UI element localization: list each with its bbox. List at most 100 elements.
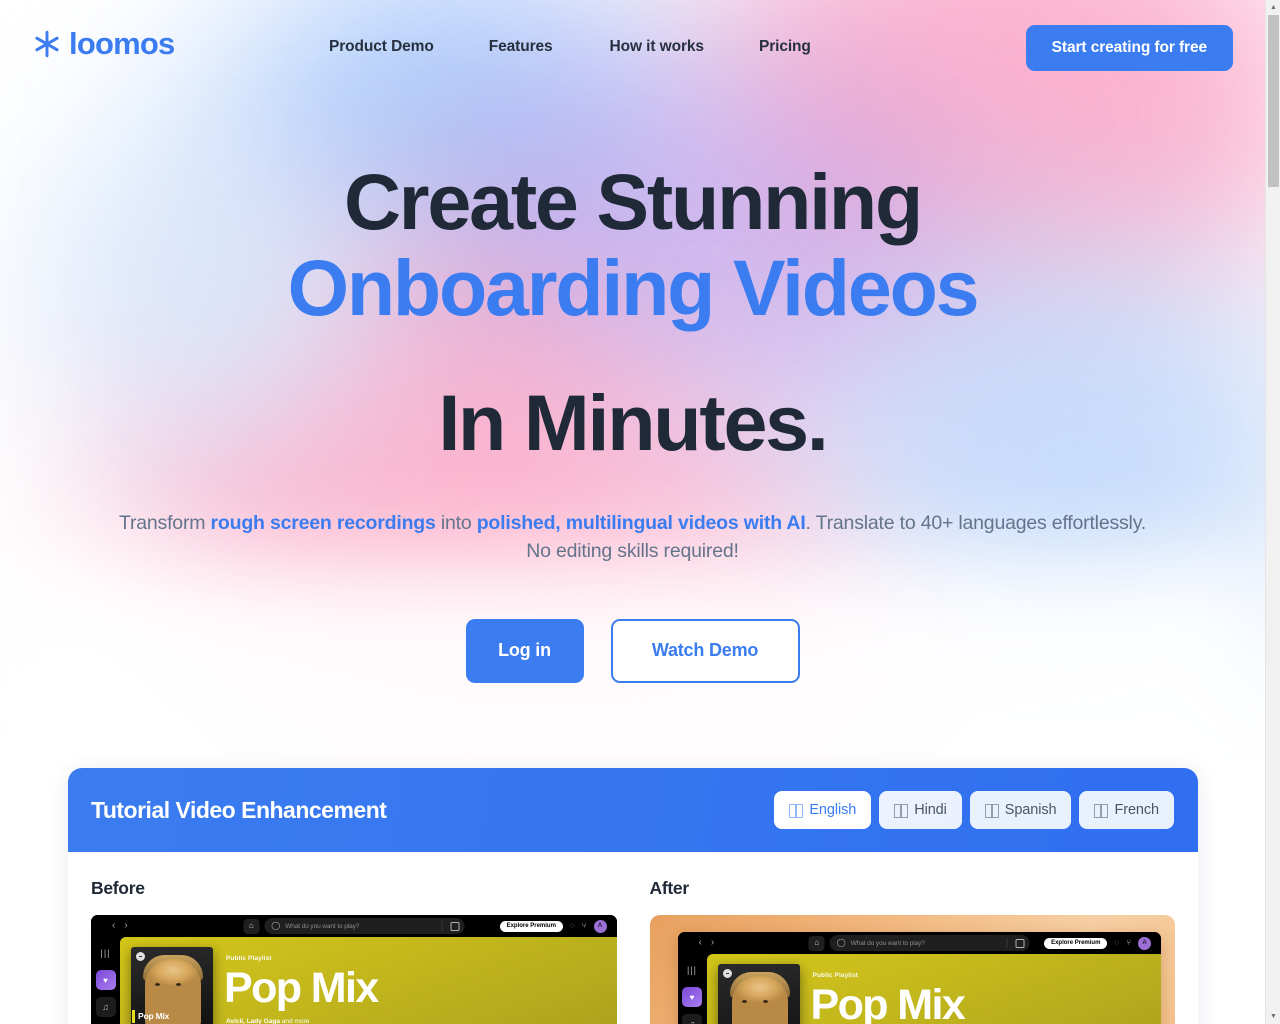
cover-caption: Pop Mix <box>131 1010 169 1023</box>
page-scrollbar[interactable]: ▲ ▼ <box>1265 0 1280 1024</box>
bell-icon[interactable]: ◌ <box>570 922 575 930</box>
playlist-title: Pop Mix <box>810 981 966 1024</box>
preview-playlist-hero: Pop Mix Public Playlist Pop Mix Avicii, … <box>706 954 1162 1024</box>
watch-demo-button[interactable]: Watch Demo <box>610 618 800 683</box>
language-selector: English Hindi Spanish French <box>774 791 1174 829</box>
brand-logo[interactable]: loomos <box>32 26 175 61</box>
asterisk-sparkle-icon <box>35 30 59 57</box>
demo-card-body: Before ‹ › ⌂ ◯ What do you want to play?… <box>68 852 1198 1024</box>
preview-nav-arrows: ‹ › <box>699 938 715 948</box>
home-icon[interactable]: ⌂ <box>808 935 825 951</box>
browse-icon[interactable] <box>1015 938 1025 948</box>
before-column: Before ‹ › ⌂ ◯ What do you want to play?… <box>91 878 617 1024</box>
spotify-ui-mock-after: ‹ › ⌂ ◯ What do you want to play? Explor… <box>677 932 1162 1024</box>
home-icon[interactable]: ⌂ <box>243 918 260 934</box>
after-video-preview[interactable]: ‹ › ⌂ ◯ What do you want to play? Explor… <box>649 915 1175 1024</box>
friends-icon[interactable]: ⑂ <box>582 922 587 930</box>
hero-heading-line-3: In Minutes. <box>438 378 829 468</box>
forward-arrow-icon[interactable]: › <box>711 938 714 948</box>
preview-topbar-right: Explore Premium ◌ ⑂ A <box>499 919 610 933</box>
hero-sub-bold-2: polished, multilingual videos with AI <box>476 512 806 535</box>
hero-sub-text-1: Transform <box>118 512 211 535</box>
nav-item-features[interactable]: Features <box>489 38 553 56</box>
preview-topbar: ‹ › ⌂ ◯ What do you want to play? Explor… <box>677 932 1161 954</box>
explore-premium-button[interactable]: Explore Premium <box>1044 937 1108 949</box>
magnifier-icon: ◯ <box>271 921 281 930</box>
back-arrow-icon[interactable]: ‹ <box>112 921 115 931</box>
language-pill-label: French <box>1114 802 1159 818</box>
start-creating-button[interactable]: Start creating for free <box>1025 25 1233 71</box>
cover-badge-icon <box>136 952 145 961</box>
back-arrow-icon[interactable]: ‹ <box>699 938 702 948</box>
flag-fr-icon <box>1094 803 1109 818</box>
after-column: After ‹ › ⌂ ◯ What do you want to play? … <box>649 878 1175 1024</box>
playlist-cover-art: Pop Mix <box>717 964 800 1024</box>
cover-eye-right <box>176 983 181 986</box>
playlist-cover-art: Pop Mix <box>131 947 213 1024</box>
nav-item-product-demo[interactable]: Product Demo <box>329 38 434 56</box>
music-note-icon[interactable]: ♫ <box>95 997 116 1017</box>
preview-search-placeholder: What do you want to play? <box>285 922 360 930</box>
flag-gb-icon <box>789 803 804 818</box>
preview-playlist-hero: Pop Mix Public Playlist Pop Mix Avicii, … <box>120 937 617 1024</box>
language-pill-spanish[interactable]: Spanish <box>969 791 1072 829</box>
nav-item-pricing[interactable]: Pricing <box>759 38 811 56</box>
cover-eye-left <box>741 1000 747 1003</box>
preview-topbar-right: Explore Premium ◌ ⑂ A <box>1044 936 1154 950</box>
explore-premium-button[interactable]: Explore Premium <box>499 920 563 932</box>
playlist-artists-rest: and more <box>279 1017 310 1024</box>
music-note-icon[interactable]: ♫ <box>682 1014 702 1024</box>
preview-sidebar: ||| ♥ ♫ ◍ <box>91 937 120 1024</box>
flag-in-icon <box>894 803 909 818</box>
after-label: After <box>649 878 690 898</box>
bell-icon[interactable]: ◌ <box>1114 939 1119 947</box>
library-icon[interactable]: ||| <box>682 960 702 980</box>
search-divider <box>441 921 443 931</box>
playlist-title: Pop Mix <box>224 964 379 1012</box>
hero-heading-line-2: Onboarding Videos <box>287 242 980 332</box>
avatar[interactable]: A <box>593 919 607 933</box>
scroll-up-button[interactable]: ▲ <box>1266 0 1280 15</box>
liked-songs-icon[interactable]: ♥ <box>95 970 116 990</box>
language-pill-hindi[interactable]: Hindi <box>879 791 962 829</box>
browse-icon[interactable] <box>450 921 460 931</box>
library-icon[interactable]: ||| <box>96 943 116 963</box>
before-video-preview[interactable]: ‹ › ⌂ ◯ What do you want to play? Explor… <box>91 915 617 1024</box>
nav-item-how-it-works[interactable]: How it works <box>610 38 705 56</box>
login-button[interactable]: Log in <box>465 618 584 683</box>
before-label: Before <box>91 878 145 898</box>
liked-songs-icon[interactable]: ♥ <box>682 987 702 1007</box>
spotify-ui-mock: ‹ › ⌂ ◯ What do you want to play? Explor… <box>91 915 617 1024</box>
playlist-kicker: Public Playlist <box>812 972 859 979</box>
language-pill-label: Spanish <box>1004 802 1057 818</box>
avatar[interactable]: A <box>1138 936 1151 950</box>
site-header: loomos Product Demo Features How it work… <box>0 0 1265 96</box>
language-pill-english[interactable]: English <box>774 791 872 829</box>
playlist-meta: Public Playlist Pop Mix Avicii, Lady Gag… <box>224 947 617 1024</box>
preview-search-area: ⌂ ◯ What do you want to play? <box>808 935 1030 951</box>
cover-badge-icon <box>722 969 732 978</box>
after-inner-frame: ‹ › ⌂ ◯ What do you want to play? Explor… <box>677 932 1162 1024</box>
cover-eye-left <box>155 983 160 986</box>
flag-es-icon <box>984 803 999 818</box>
scroll-down-button[interactable]: ▼ <box>1266 1009 1280 1024</box>
forward-arrow-icon[interactable]: › <box>124 921 127 931</box>
playlist-meta: Public Playlist Pop Mix Avicii, Lady Gag… <box>810 964 1162 1024</box>
cover-eye-right <box>762 1000 768 1003</box>
hero-sub-text-3: . Translate to 40+ languages effortlessl… <box>805 512 1147 535</box>
page-viewport: loomos Product Demo Features How it work… <box>0 0 1265 1024</box>
preview-sidebar: ||| ♥ ♫ ◍ <box>677 954 707 1024</box>
brand-name: loomos <box>69 26 175 61</box>
playlist-artists: Avicii, Lady Gaga and more <box>226 1018 617 1024</box>
scrollbar-thumb[interactable] <box>1268 15 1279 187</box>
search-divider <box>1006 938 1008 948</box>
hero-sub-text-2: into <box>435 512 477 535</box>
before-after-comparison: Before ‹ › ⌂ ◯ What do you want to play?… <box>91 878 1175 1024</box>
language-pill-french[interactable]: French <box>1079 791 1174 829</box>
preview-search-input[interactable]: ◯ What do you want to play? <box>829 935 1030 951</box>
demo-card-title: Tutorial Video Enhancement <box>91 796 387 823</box>
preview-search-input[interactable]: ◯ What do you want to play? <box>264 918 465 934</box>
hero-sub-line-2: No editing skills required! <box>526 540 739 563</box>
demo-card-header: Tutorial Video Enhancement English Hindi… <box>68 768 1198 852</box>
friends-icon[interactable]: ⑂ <box>1126 939 1131 947</box>
